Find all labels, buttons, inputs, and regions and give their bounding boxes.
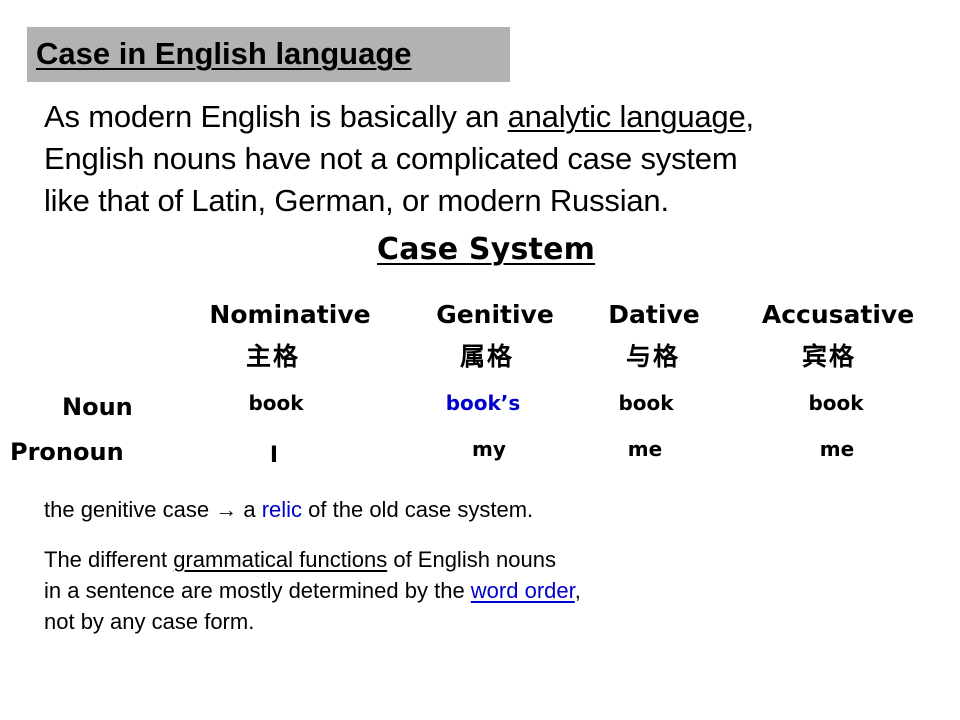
column-header-genitive: Genitive [436, 300, 554, 329]
conclusion-line-1: The different grammatical functions of E… [44, 544, 581, 575]
intro-line-1: As modern English is basically an analyt… [44, 96, 754, 138]
conclusion-line-2: in a sentence are mostly determined by t… [44, 575, 581, 606]
cell-noun-nominative: book [248, 391, 304, 415]
analytic-language-term: analytic language [507, 99, 746, 134]
row-label-pronoun: Pronoun [10, 438, 124, 466]
intro-line-3: like that of Latin, German, or modern Ru… [44, 183, 669, 218]
conclusion-line-2-start: in a sentence are mostly determined by t… [44, 578, 471, 603]
intro-line-2: English nouns have not a complicated cas… [44, 141, 738, 176]
grammatical-functions-term: grammatical functions [173, 547, 388, 572]
column-header-nominative: Nominative [209, 300, 371, 329]
case-system-heading: Case System [377, 232, 596, 267]
column-header-dative: Dative [608, 300, 700, 329]
conclusion-paragraph: The different grammatical functions of E… [44, 544, 581, 637]
cell-pronoun-accusative: me [819, 437, 855, 461]
column-chinese-accusative: 宾格 [801, 342, 857, 371]
row-label-noun: Noun [62, 393, 133, 421]
arrow-right-icon: → [215, 497, 238, 522]
slide-title-text: Case in English language [36, 36, 412, 71]
note-text-end: of the old case system. [302, 497, 534, 522]
column-chinese-nominative: 主格 [245, 342, 301, 371]
note-text-middle: a [237, 497, 262, 522]
conclusion-line-2-end: , [574, 578, 581, 603]
intro-line-1-punct: , [745, 99, 755, 134]
conclusion-line-1-end: of English nouns [387, 547, 556, 572]
column-chinese-dative: 与格 [625, 342, 681, 371]
cell-pronoun-nominative: I [269, 443, 279, 468]
relic-term: relic [261, 497, 303, 522]
note-text-start: the genitive case [44, 497, 216, 522]
cell-noun-accusative: book [808, 391, 864, 415]
intro-line-1-text: As modern English is basically an [44, 99, 508, 134]
cell-pronoun-dative: me [627, 437, 663, 461]
intro-paragraph: As modern English is basically an analyt… [44, 96, 754, 222]
cell-noun-dative: book [618, 391, 674, 415]
slide-title: Case in English language [36, 36, 426, 72]
cell-pronoun-genitive: my [472, 437, 506, 461]
conclusion-line-3: not by any case form. [44, 609, 255, 634]
conclusion-line-1-start: The different [44, 547, 174, 572]
cell-noun-genitive: book’s [445, 391, 521, 415]
title-underline-pad [412, 36, 426, 72]
genitive-note: the genitive case → a relic of the old c… [44, 494, 533, 525]
column-chinese-genitive: 属格 [459, 342, 515, 371]
word-order-link[interactable]: word order [471, 578, 575, 603]
column-header-accusative: Accusative [761, 300, 915, 329]
